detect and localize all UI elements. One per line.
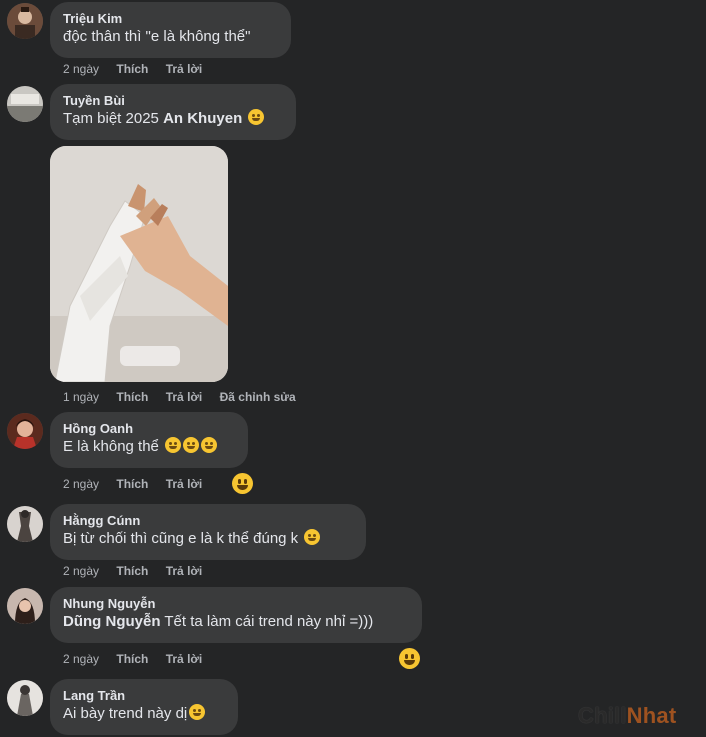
- watermark-part: Chill: [578, 703, 627, 728]
- avatar[interactable]: [7, 86, 43, 122]
- watermark-part: Nhat: [626, 703, 677, 728]
- like-button[interactable]: Thích: [116, 564, 148, 578]
- comment-bubble: Hằngg Cúnn Bị từ chối thì cũng e là k th…: [50, 504, 366, 560]
- like-button[interactable]: Thích: [116, 477, 148, 491]
- comment-text: Bị từ chối thì cũng e là k thể đúng k: [63, 529, 354, 549]
- comment-text-part: Tạm biệt 2025: [63, 110, 164, 127]
- author-name[interactable]: Lang Trần: [63, 687, 226, 704]
- comment-text: độc thân thì "e là không thể": [63, 28, 251, 45]
- reply-button[interactable]: Trả lời: [166, 390, 203, 404]
- laughing-emoji-icon: [183, 437, 200, 453]
- comment-actions: 2 ngày Thích Trả lời: [63, 652, 216, 666]
- reply-button[interactable]: Trả lời: [166, 477, 203, 491]
- comment-bubble: Hồng Oanh E là không thể: [50, 412, 248, 468]
- comment-actions: 2 ngày Thích Trả lời: [63, 62, 216, 76]
- comment-text-part: Bị từ chối thì cũng e là k thể đúng k: [63, 530, 299, 547]
- avatar[interactable]: [7, 3, 43, 39]
- like-button[interactable]: Thích: [116, 652, 148, 666]
- like-button[interactable]: Thích: [116, 62, 148, 76]
- mention-tag[interactable]: An Khuyen: [163, 110, 242, 127]
- comment-bubble: Nhung Nguyễn Dũng Nguyễn Tết ta làm cái …: [50, 587, 422, 643]
- comment-text-part: E là không thể: [63, 438, 159, 455]
- comment-actions: 1 ngày Thích Trả lời Đã chỉnh sửa: [63, 390, 310, 404]
- avatar[interactable]: [7, 588, 43, 624]
- comment-actions: 2 ngày Thích Trả lời: [63, 564, 216, 578]
- comment-text: Ai bày trend này dị: [63, 704, 226, 724]
- author-name[interactable]: Tuyền Bùi: [63, 92, 284, 109]
- author-name[interactable]: Hằngg Cúnn: [63, 512, 354, 529]
- edited-label[interactable]: Đã chỉnh sửa: [220, 390, 296, 404]
- laughing-emoji-icon: [165, 437, 182, 453]
- reply-button[interactable]: Trả lời: [166, 62, 203, 76]
- comment-bubble: Tuyền Bùi Tạm biệt 2025 An Khuyen: [50, 84, 296, 140]
- comment-time[interactable]: 2 ngày: [63, 564, 99, 578]
- comment-time[interactable]: 2 ngày: [63, 652, 99, 666]
- comment-time[interactable]: 2 ngày: [63, 62, 99, 76]
- comment-bubble: Triệu Kim độc thân thì "e là không thể": [50, 2, 291, 58]
- watermark-logo: ChillNhat: [578, 703, 676, 729]
- reply-button[interactable]: Trả lời: [166, 652, 203, 666]
- comment-text-part: Tết ta làm cái trend này nhỉ =))): [160, 613, 374, 630]
- avatar[interactable]: [7, 506, 43, 542]
- comment-text: Tạm biệt 2025 An Khuyen: [63, 109, 284, 129]
- mention-tag[interactable]: Dũng Nguyễn: [63, 613, 161, 630]
- comment-text-part: Ai bày trend này dị: [63, 705, 188, 722]
- comment-time[interactable]: 2 ngày: [63, 477, 99, 491]
- comment-photo[interactable]: [50, 146, 228, 382]
- haha-reaction-icon[interactable]: [232, 473, 253, 494]
- comment-bubble: Lang Trần Ai bày trend này dị: [50, 679, 238, 735]
- comment-text: E là không thể: [63, 437, 236, 457]
- author-name[interactable]: Nhung Nguyễn: [63, 595, 410, 612]
- like-button[interactable]: Thích: [116, 390, 148, 404]
- author-name[interactable]: Triệu Kim: [63, 10, 279, 27]
- reply-button[interactable]: Trả lời: [166, 564, 203, 578]
- comment-text: Dũng Nguyễn Tết ta làm cái trend này nhỉ…: [63, 612, 410, 632]
- smile-emoji-icon: [304, 529, 321, 545]
- laughing-emoji-icon: [201, 437, 218, 453]
- haha-reaction-icon[interactable]: [399, 648, 420, 669]
- avatar[interactable]: [7, 413, 43, 449]
- eye-roll-emoji-icon: [189, 704, 206, 720]
- comment-actions: 2 ngày Thích Trả lời: [63, 477, 216, 491]
- grimace-emoji-icon: [248, 109, 265, 125]
- avatar[interactable]: [7, 680, 43, 716]
- comment-time[interactable]: 1 ngày: [63, 390, 99, 404]
- author-name[interactable]: Hồng Oanh: [63, 420, 236, 437]
